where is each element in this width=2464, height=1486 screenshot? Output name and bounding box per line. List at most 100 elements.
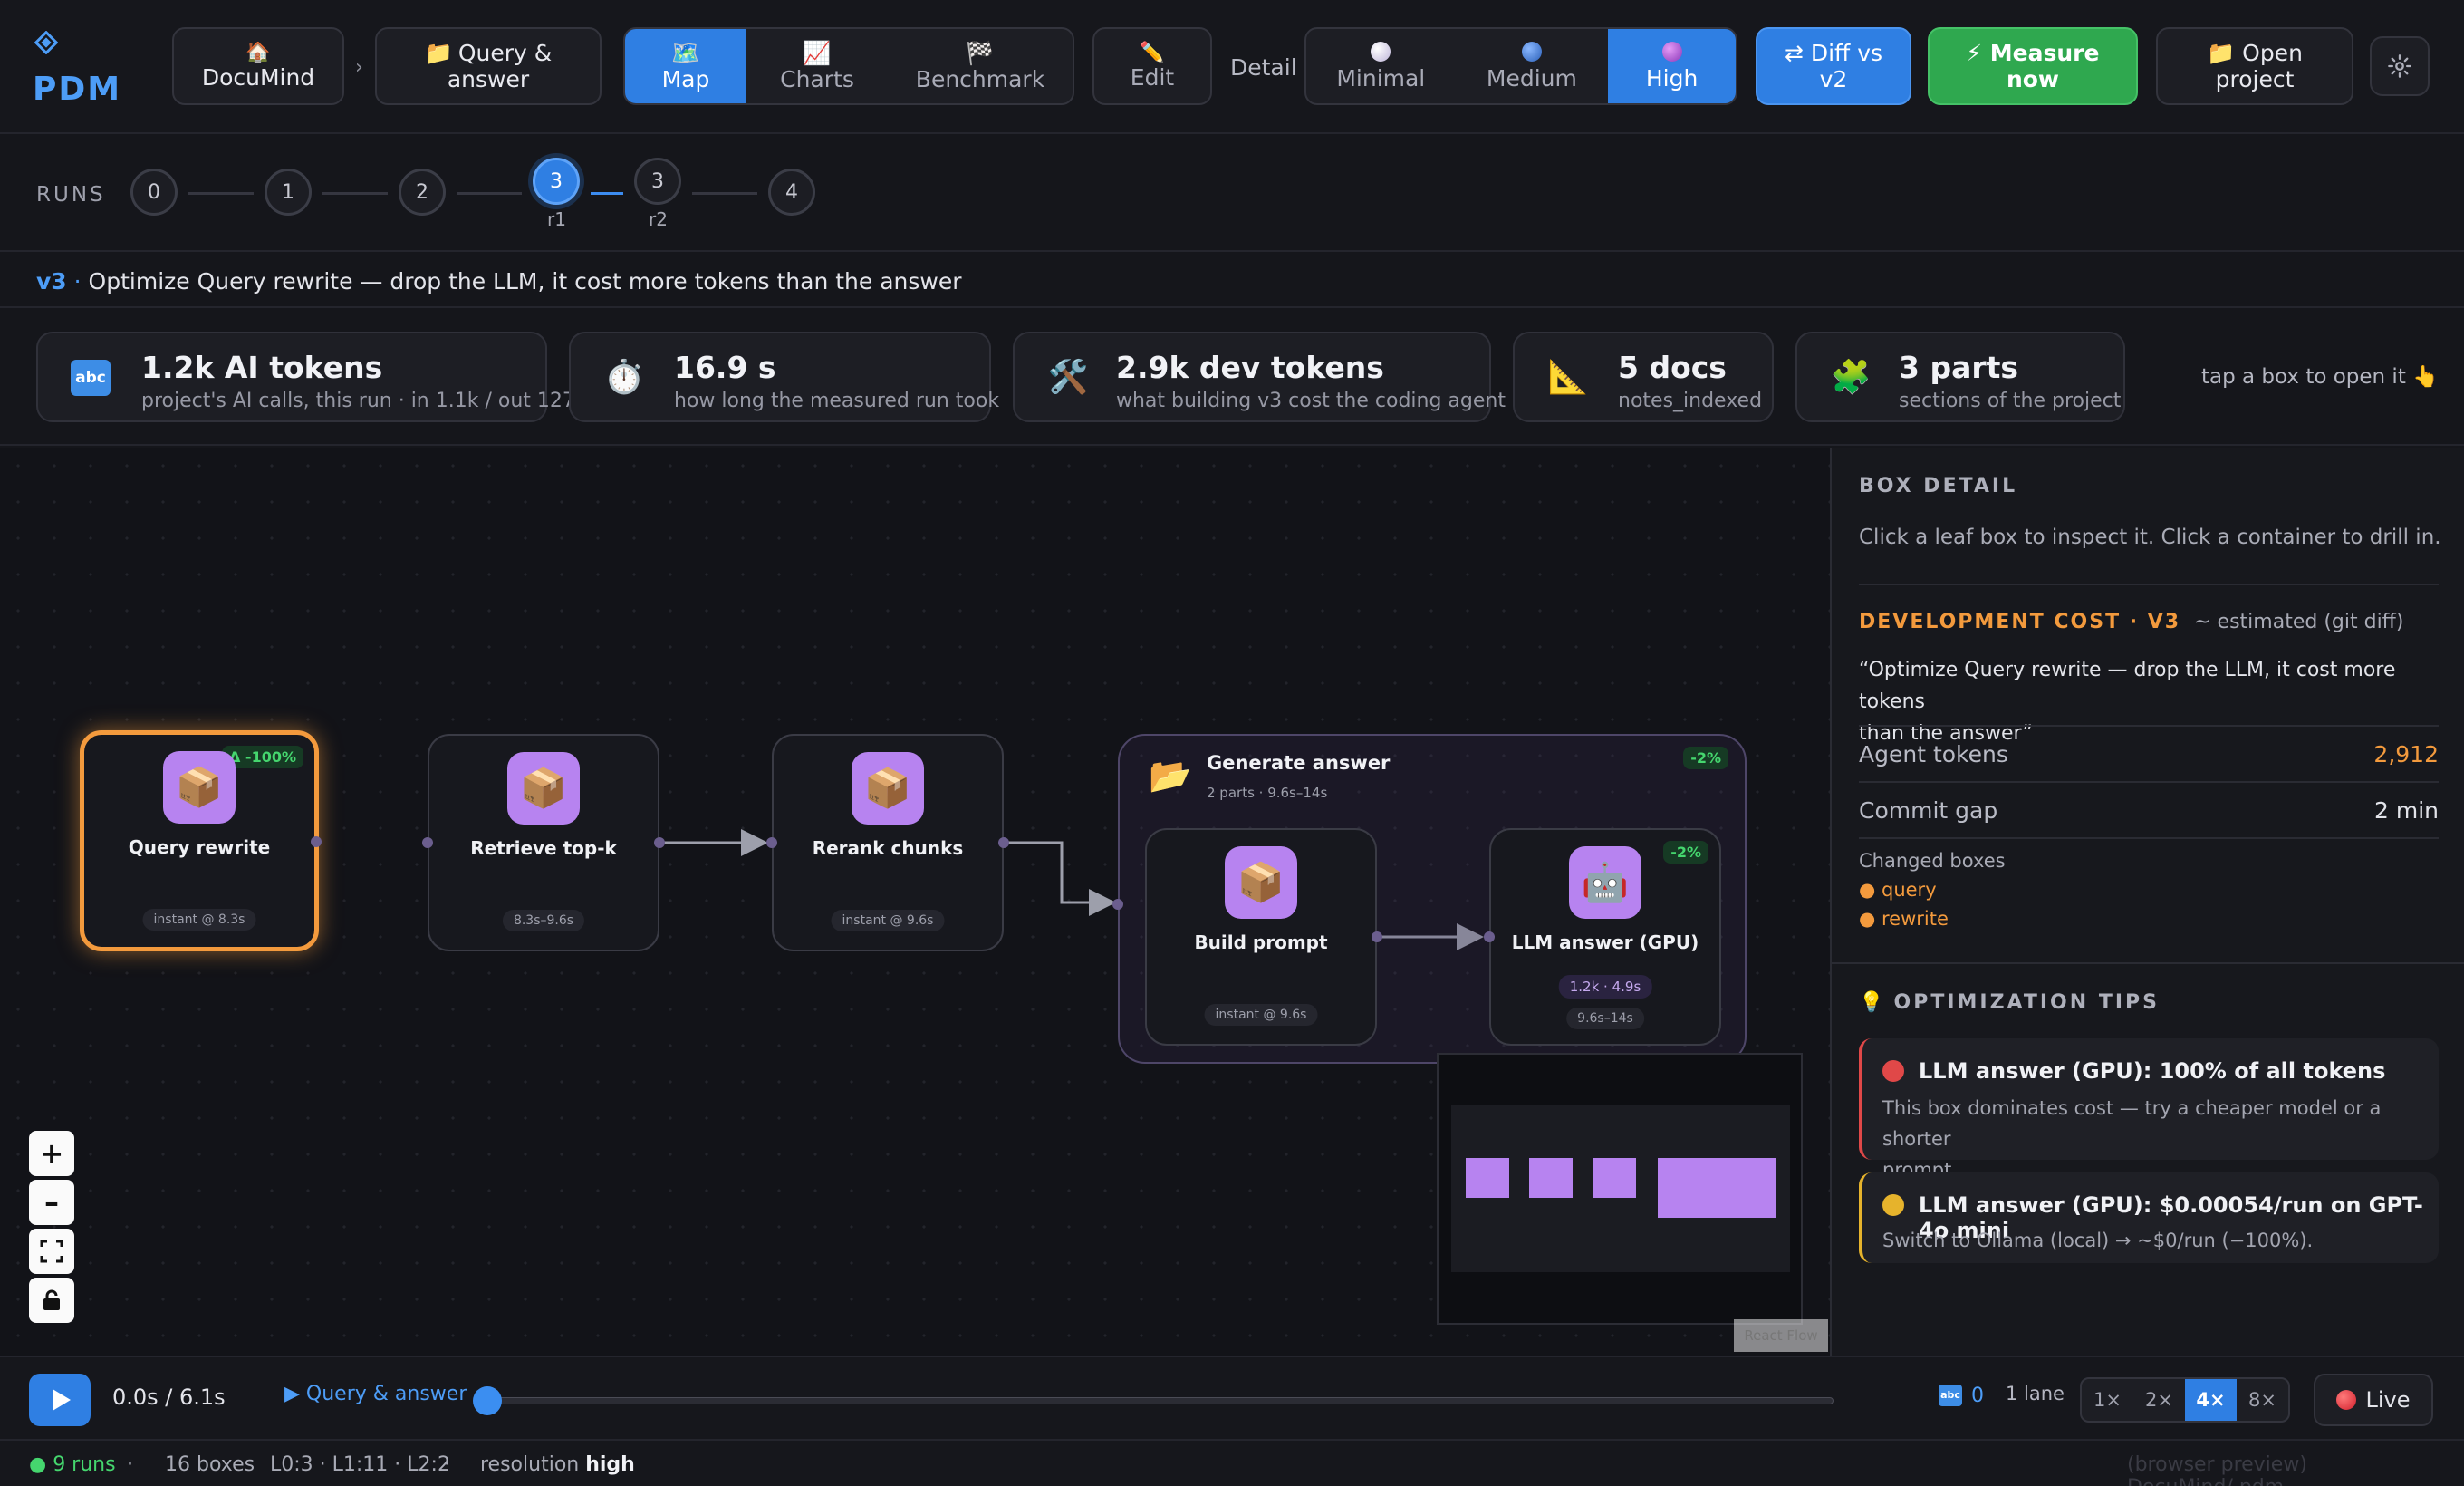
open-project-button[interactable]: 📁 Open project xyxy=(2156,27,2353,105)
detail-minimal-label: Minimal xyxy=(1336,64,1426,92)
run-node-3-r2[interactable]: 3 xyxy=(634,158,681,205)
minimap[interactable] xyxy=(1437,1053,1803,1325)
breadcrumb-project-button[interactable]: 🏠 DocuMind xyxy=(172,27,344,105)
runs-label: RUNS xyxy=(36,183,106,207)
input-handle[interactable] xyxy=(1112,899,1123,910)
app-logo: PDM xyxy=(33,71,122,108)
tips-heading: OPTIMIZATION TIPS xyxy=(1893,991,2160,1014)
metric-card-docs[interactable]: 📐 5 docs notes_indexed xyxy=(1513,332,1774,422)
fit-view-button[interactable] xyxy=(29,1229,74,1274)
status-runs: ● 9 runs xyxy=(29,1453,116,1476)
dev-cost-heading: DEVELOPMENT COST · V3 xyxy=(1859,611,2181,633)
measure-now-button[interactable]: ⚡ Measure now xyxy=(1928,27,2138,105)
speed-4x[interactable]: 4× xyxy=(2185,1379,2237,1421)
tab-charts[interactable]: 📈 Charts xyxy=(746,29,888,103)
diff-button[interactable]: ⇄ Diff vs v2 xyxy=(1756,27,1911,105)
speed-2x[interactable]: 2× xyxy=(2133,1379,2185,1421)
runs-timeline: RUNS 0 1 2 3 r1 3 r2 4 xyxy=(0,136,2464,252)
edit-button[interactable]: ✏️ Edit xyxy=(1092,27,1212,105)
robot-icon: 🤖 xyxy=(1569,846,1641,919)
metric-card-parts[interactable]: 🧩 3 parts sections of the project xyxy=(1795,332,2125,422)
lane-count: 1 lane xyxy=(2006,1383,2065,1404)
diff-button-line1: ⇄ Diff vs xyxy=(1784,40,1883,66)
status-separator: · xyxy=(127,1453,133,1476)
tip-card-cost[interactable]: LLM answer (GPU): $0.00054/run on GPT-4o… xyxy=(1859,1172,2439,1263)
node-llm-answer[interactable]: -2% 🤖 LLM answer (GPU) 1.2k · 4.9s 9.6s–… xyxy=(1484,828,1721,1046)
run-node-3-r1[interactable]: 3 xyxy=(533,158,580,205)
diff-button-line2: v2 xyxy=(1819,66,1848,92)
input-handle[interactable] xyxy=(422,837,433,848)
reactflow-attribution[interactable]: React Flow xyxy=(1734,1319,1828,1352)
changed-box-rewrite[interactable]: ● rewrite xyxy=(1859,908,1949,930)
node-build-prompt[interactable]: 📦 Build prompt instant @ 9.6s xyxy=(1145,828,1382,1046)
scrubber-knob[interactable] xyxy=(473,1386,502,1415)
settings-button[interactable] xyxy=(2370,36,2430,96)
tip-card-tokens[interactable]: LLM answer (GPU): 100% of all tokens Thi… xyxy=(1859,1038,2439,1181)
metric-value: 16.9 s xyxy=(674,350,776,385)
status-preview-path: (browser preview) DocuMind/.pdm xyxy=(2127,1453,2307,1486)
node-query-rewrite[interactable]: Δ -100% 📦 Query rewrite instant @ 8.3s xyxy=(80,730,322,951)
node-rerank-chunks[interactable]: 📦 Rerank chunks instant @ 9.6s xyxy=(766,734,1009,951)
zoom-out-button[interactable]: – xyxy=(29,1180,74,1225)
run-sub-r1: r1 xyxy=(547,208,566,230)
stopwatch-icon: ⏱️ xyxy=(603,359,645,396)
group-generate-answer[interactable]: 📂 Generate answer 2 parts · 9.6s–14s -2%… xyxy=(1112,734,1747,1064)
folder-icon: 📂 xyxy=(1149,756,1192,796)
live-label: Live xyxy=(2365,1387,2411,1413)
speed-1x[interactable]: 1× xyxy=(2082,1379,2133,1421)
minimap-group xyxy=(1658,1158,1776,1218)
tab-charts-label: Charts xyxy=(780,66,854,92)
divider xyxy=(1859,584,2439,585)
resolution-value: high xyxy=(585,1453,635,1476)
dev-cost-note: ~ estimated (git diff) xyxy=(2194,611,2404,633)
breadcrumb-flow-button[interactable]: 📁 Query & answer xyxy=(375,27,602,105)
run-node-0[interactable]: 0 xyxy=(130,169,178,216)
output-handle[interactable] xyxy=(654,837,665,848)
metric-card-duration[interactable]: ⏱️ 16.9 s how long the measured run took xyxy=(569,332,999,422)
output-handle[interactable] xyxy=(311,836,322,847)
minus-icon: – xyxy=(44,1185,59,1220)
detail-minimal[interactable]: Minimal xyxy=(1306,29,1456,103)
metric-value: 5 docs xyxy=(1618,350,1727,385)
changed-box-query[interactable]: ● query xyxy=(1859,879,1937,901)
flow-canvas[interactable]: Δ -100% 📦 Query rewrite instant @ 8.3s 📦… xyxy=(0,448,1830,1356)
playback-scope-link[interactable]: ▶ Query & answer xyxy=(284,1383,467,1405)
run-sub-r2: r2 xyxy=(649,208,668,230)
detail-panel: BOX DETAIL Click a leaf box to inspect i… xyxy=(1830,448,2464,1356)
commit-message: Optimize Query rewrite — drop the LLM, i… xyxy=(88,268,962,294)
playback-scrubber[interactable] xyxy=(487,1397,1834,1404)
output-handle[interactable] xyxy=(1372,931,1382,942)
detail-high[interactable]: High xyxy=(1608,29,1736,103)
pencil-icon: ✏️ xyxy=(1140,41,1165,64)
run-node-4[interactable]: 4 xyxy=(768,169,815,216)
node-time: instant @ 9.6s xyxy=(831,910,945,931)
abc-icon: abc xyxy=(1939,1385,1962,1406)
node-time: instant @ 8.3s xyxy=(142,909,256,931)
node-retrieve-top-k[interactable]: 📦 Retrieve top-k 8.3s–9.6s xyxy=(422,734,665,951)
node-token-pill: 1.2k · 4.9s xyxy=(1558,975,1652,999)
run-connector xyxy=(322,192,388,195)
tab-benchmark[interactable]: 🏁 Benchmark xyxy=(888,29,1073,103)
node-label: LLM answer (GPU) xyxy=(1511,931,1699,953)
lock-button[interactable] xyxy=(29,1278,74,1323)
input-handle[interactable] xyxy=(1484,931,1495,942)
speed-8x[interactable]: 8× xyxy=(2237,1379,2288,1421)
run-node-1[interactable]: 1 xyxy=(265,169,312,216)
run-node-2[interactable]: 2 xyxy=(399,169,446,216)
speed-selector: 1× 2× 4× 8× xyxy=(2080,1377,2290,1423)
commit-line: v3 · Optimize Query rewrite — drop the L… xyxy=(0,254,2464,308)
metric-card-dev-tokens[interactable]: 🛠️ 2.9k dev tokens what building v3 cost… xyxy=(1013,332,1506,422)
breadcrumb-separator: › xyxy=(355,56,363,79)
zoom-in-button[interactable]: + xyxy=(29,1131,74,1176)
play-button[interactable] xyxy=(29,1374,91,1426)
metric-card-ai-tokens[interactable]: abc 1.2k AI tokens project's AI calls, t… xyxy=(36,332,575,422)
live-button[interactable]: Live xyxy=(2314,1374,2433,1426)
detail-medium[interactable]: Medium xyxy=(1456,29,1609,103)
minimap-node xyxy=(1529,1158,1573,1198)
output-handle[interactable] xyxy=(998,837,1009,848)
agent-tokens-row: Agent tokens 2,912 xyxy=(1859,725,2439,781)
status-levels: L0:3 · L1:11 · L2:2 xyxy=(270,1453,450,1476)
input-handle[interactable] xyxy=(766,837,777,848)
node-time: instant @ 9.6s xyxy=(1204,1004,1318,1026)
tab-map[interactable]: 🗺️ Map xyxy=(625,29,746,103)
